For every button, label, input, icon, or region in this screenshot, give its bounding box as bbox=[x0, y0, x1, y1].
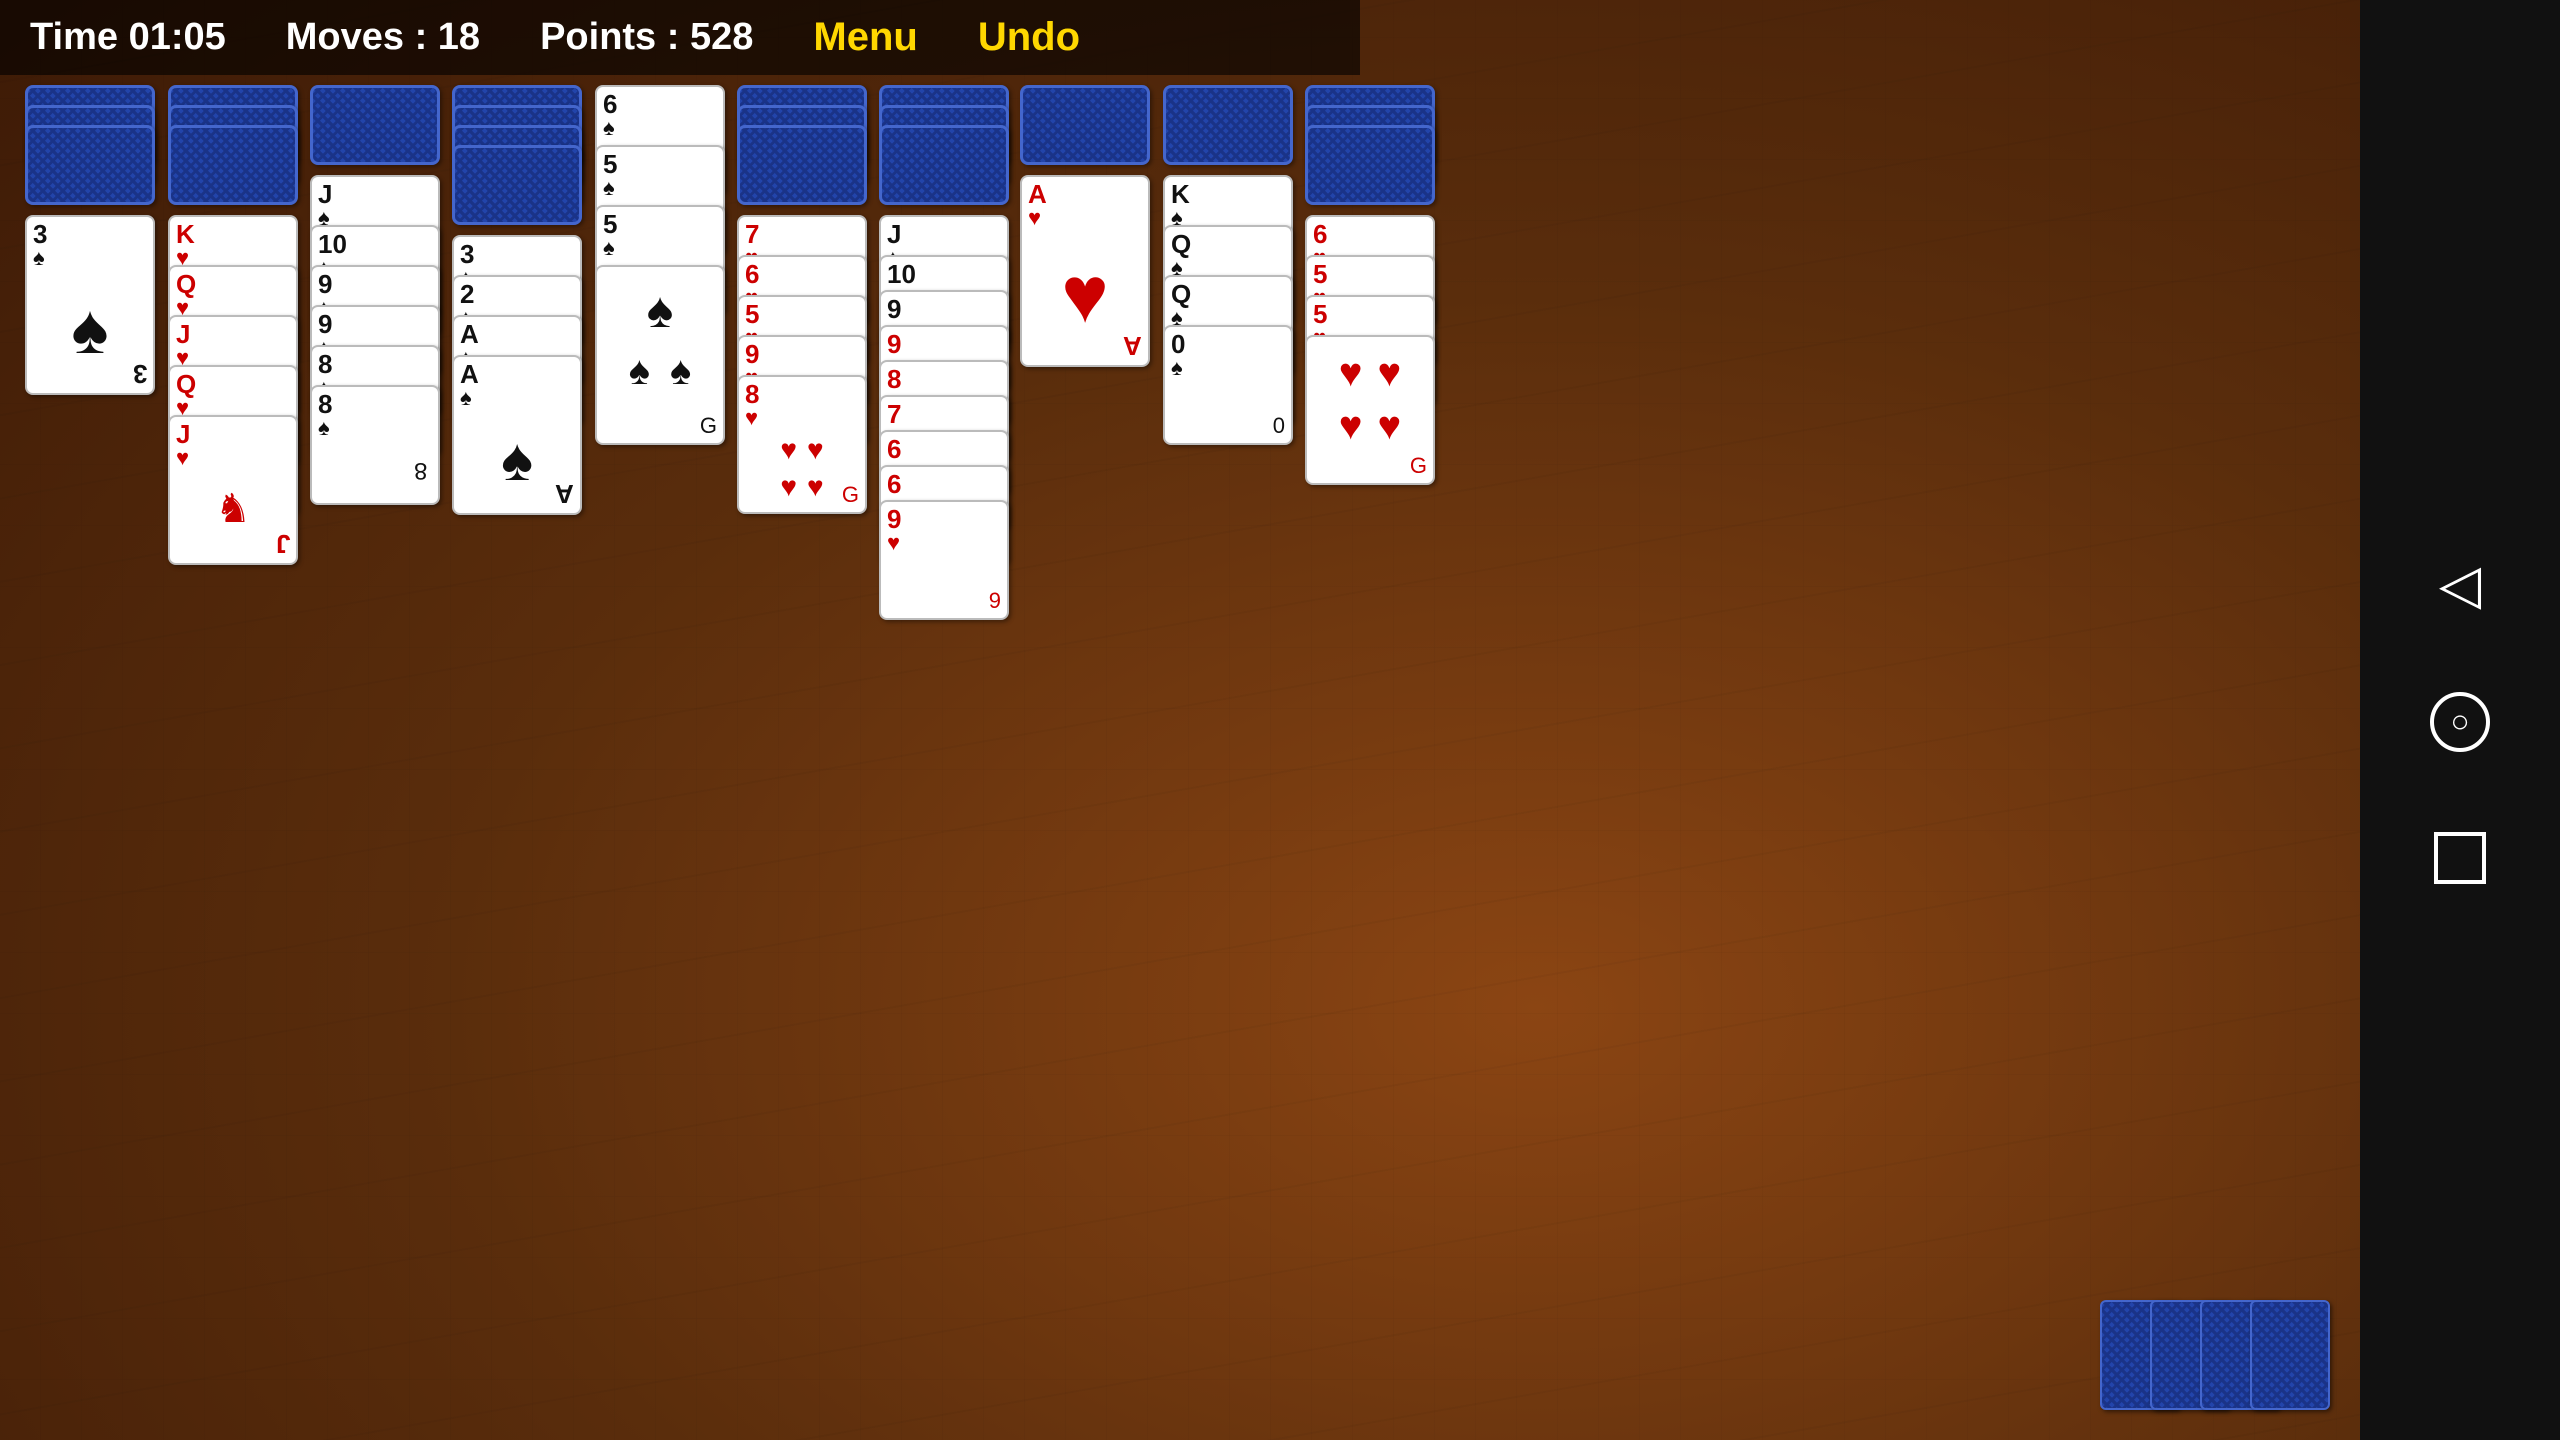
column-7[interactable]: J ♠ 10 ♠ 9 ♠ 9 ♥ 8 ♥ 7 ♥ 6 bbox=[879, 85, 1009, 620]
card-back bbox=[25, 125, 155, 205]
card-back bbox=[1020, 85, 1150, 165]
game-header: Time 01:05 Moves : 18 Points : 528 Menu … bbox=[0, 0, 1360, 75]
moves-display: Moves : 18 bbox=[286, 16, 480, 59]
card-8-hearts[interactable]: 8 ♥ ♥♥ ♥♥ G bbox=[737, 375, 867, 514]
card-8-spades-2[interactable]: 8 ♠ 8 bbox=[310, 385, 440, 505]
stock-pile[interactable] bbox=[2130, 1300, 2330, 1410]
nav-panel: ◁ ○ bbox=[2360, 0, 2560, 1440]
menu-button[interactable]: Menu bbox=[813, 15, 917, 60]
card-J-hearts-2[interactable]: J ♥ ♞ J bbox=[168, 415, 298, 565]
card-bottom-hearts[interactable]: ♥ ♥ ♥ ♥ G bbox=[1305, 335, 1435, 485]
card-back bbox=[168, 125, 298, 205]
card-back bbox=[1305, 125, 1435, 205]
column-2[interactable]: K ♥ 👑❤ Q ♥ ♛ J ♥ ♞ Q ♥ ♛ J ♥ ♞ J bbox=[168, 85, 298, 565]
column-9[interactable]: K ♠ ♚ Q ♠ ♛ Q ♠ ♛ 0 ♠ 0 bbox=[1163, 85, 1293, 445]
game-area: 3 ♠ ♠ 3 K ♥ 👑❤ Q ♥ ♛ J ♥ ♞ Q ♥ bbox=[10, 80, 1350, 1435]
card-back bbox=[1163, 85, 1293, 165]
card-back bbox=[310, 85, 440, 165]
undo-button[interactable]: Undo bbox=[978, 15, 1080, 60]
card-back bbox=[737, 125, 867, 205]
column-5[interactable]: 6 ♠ 5 ♠ 5 ♠ ♠ ♠ ♠ G bbox=[595, 85, 725, 445]
column-10[interactable]: 6 ♥ 5 ♥ 5 ♥ ♥ ♥ ♥ ♥ G bbox=[1305, 85, 1435, 485]
column-8[interactable]: A ♥ ♥ A bbox=[1020, 85, 1150, 367]
stock-card-4 bbox=[2250, 1300, 2330, 1410]
column-1[interactable]: 3 ♠ ♠ 3 bbox=[25, 85, 155, 395]
home-button[interactable]: ○ bbox=[2430, 692, 2490, 752]
card-back bbox=[452, 145, 582, 225]
card-bottom-spades[interactable]: ♠ ♠ ♠ G bbox=[595, 265, 725, 445]
column-4[interactable]: 3 ♠ 2 ♠ A ♠ A ♠ ♠ A bbox=[452, 85, 582, 515]
back-icon[interactable]: ◁ bbox=[2439, 557, 2481, 612]
card-back bbox=[879, 125, 1009, 205]
column-6[interactable]: 7 ♥ 6 ♥ 5 ♥ 9 ♥ 8 ♥ ♥♥ ♥♥ G bbox=[737, 85, 867, 514]
points-display: Points : 528 bbox=[540, 16, 753, 59]
home-icon: ○ bbox=[2450, 703, 2469, 740]
recents-button[interactable] bbox=[2434, 832, 2486, 884]
time-display: Time 01:05 bbox=[30, 16, 226, 59]
card-9-hearts-col7-last[interactable]: 9 ♥ 9 bbox=[879, 500, 1009, 620]
card-A-spades-2[interactable]: A ♠ ♠ A bbox=[452, 355, 582, 515]
card-A-hearts[interactable]: A ♥ ♥ A bbox=[1020, 175, 1150, 367]
card-3-spades[interactable]: 3 ♠ ♠ 3 bbox=[25, 215, 155, 395]
column-3[interactable]: J ♠ 10 ♠ 9 ♠ 9 ♠ 8 ♠ 8 ♠ 8 bbox=[310, 85, 440, 505]
card-10-spades-col9[interactable]: 0 ♠ 0 bbox=[1163, 325, 1293, 445]
